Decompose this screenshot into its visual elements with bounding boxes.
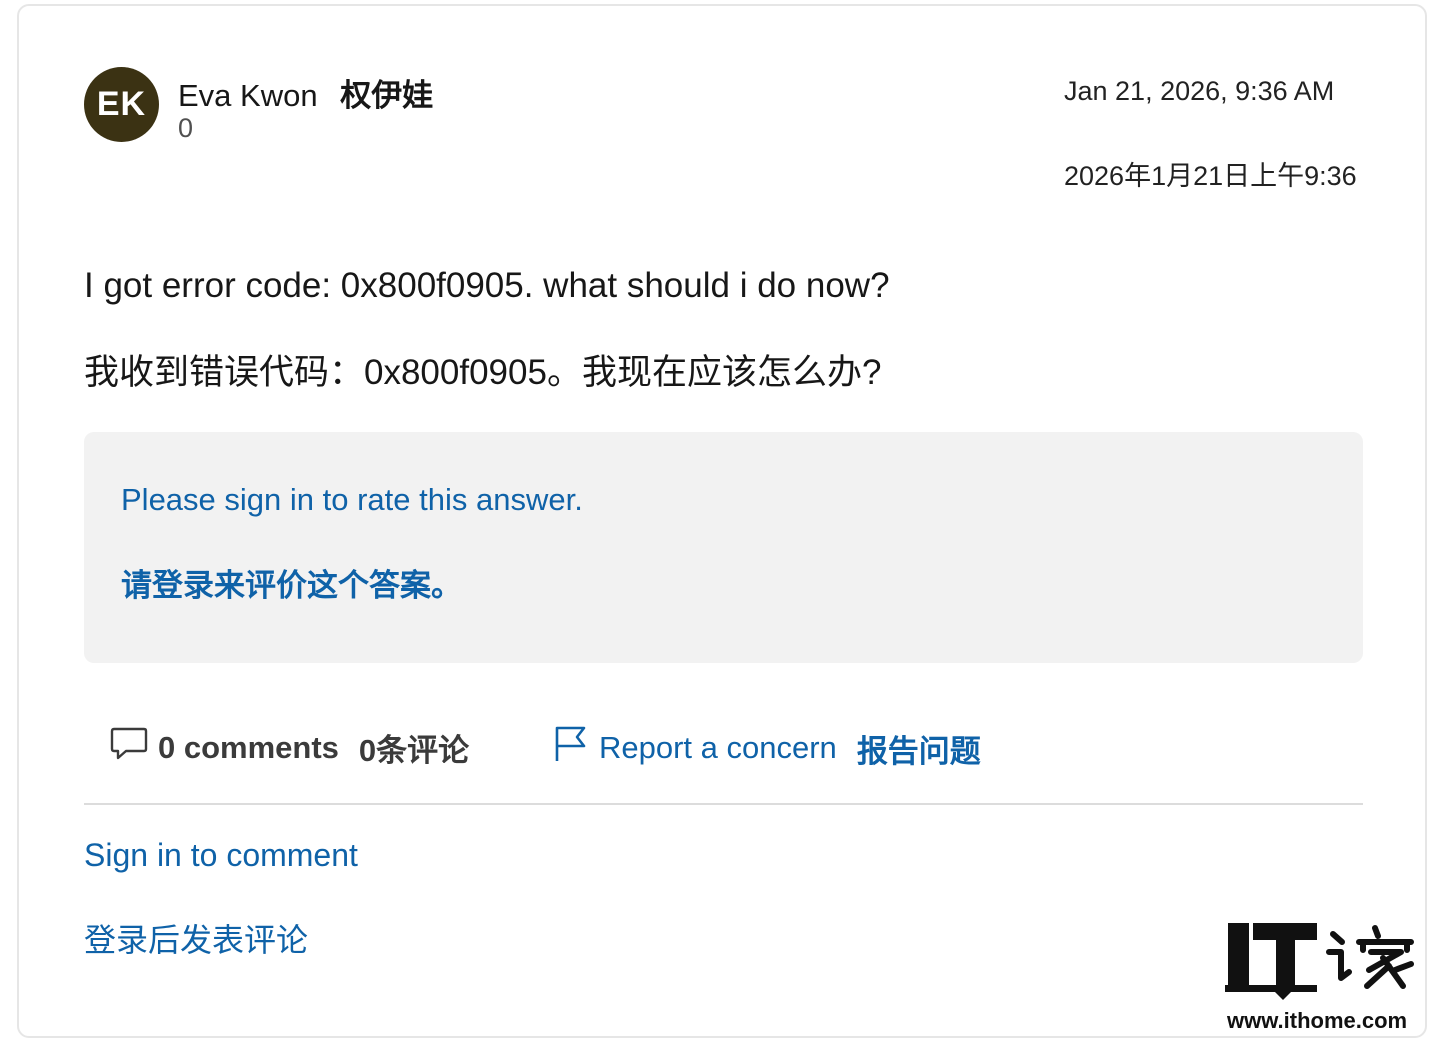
comments-count-cn: 0条评论 xyxy=(358,733,470,768)
author-name[interactable]: Eva Kwon 权伊娃 xyxy=(178,70,433,115)
timestamp-en: Jan 21, 2026, 9:36 AM xyxy=(1064,76,1335,106)
avatar[interactable]: EK xyxy=(84,67,159,142)
divider xyxy=(84,803,1363,805)
reputation-points: 0 xyxy=(178,113,194,143)
author-name-cn: 权伊娃 xyxy=(340,78,434,113)
rate-answer-box: Please sign in to rate this answer. 请登录来… xyxy=(84,432,1363,663)
avatar-initials: EK xyxy=(96,85,147,123)
answer-body-cn: 我收到错误代码：0x800f0905。我现在应该怎么办? xyxy=(84,353,882,392)
author-name-en[interactable]: Eva Kwon xyxy=(178,78,318,113)
watermark-url: www.ithome.com xyxy=(1227,1008,1408,1033)
flag-icon xyxy=(553,725,587,771)
report-concern-label: Report a concern xyxy=(599,730,837,765)
rate-sign-in-link[interactable]: Please sign in to rate this answer. xyxy=(121,482,583,518)
report-concern-label-cn: 报告问题 xyxy=(856,733,981,769)
timestamp-cn: 2026年1月21日上午9:36 xyxy=(1064,161,1357,191)
comments-count: 0 comments xyxy=(158,729,339,765)
answer-body-en: I got error code: 0x800f0905. what shoul… xyxy=(84,266,890,305)
rate-sign-in-link-cn[interactable]: 请登录来评价这个答案。 xyxy=(121,560,462,605)
sign-in-to-comment-link[interactable]: Sign in to comment xyxy=(84,837,358,874)
comment-icon xyxy=(110,726,148,770)
report-concern-button[interactable]: Report a concern 报告问题 xyxy=(553,725,981,771)
comments-button[interactable]: 0 comments 0条评论 xyxy=(110,725,469,770)
sign-in-to-comment-link-cn[interactable]: 登录后发表评论 xyxy=(84,915,308,961)
